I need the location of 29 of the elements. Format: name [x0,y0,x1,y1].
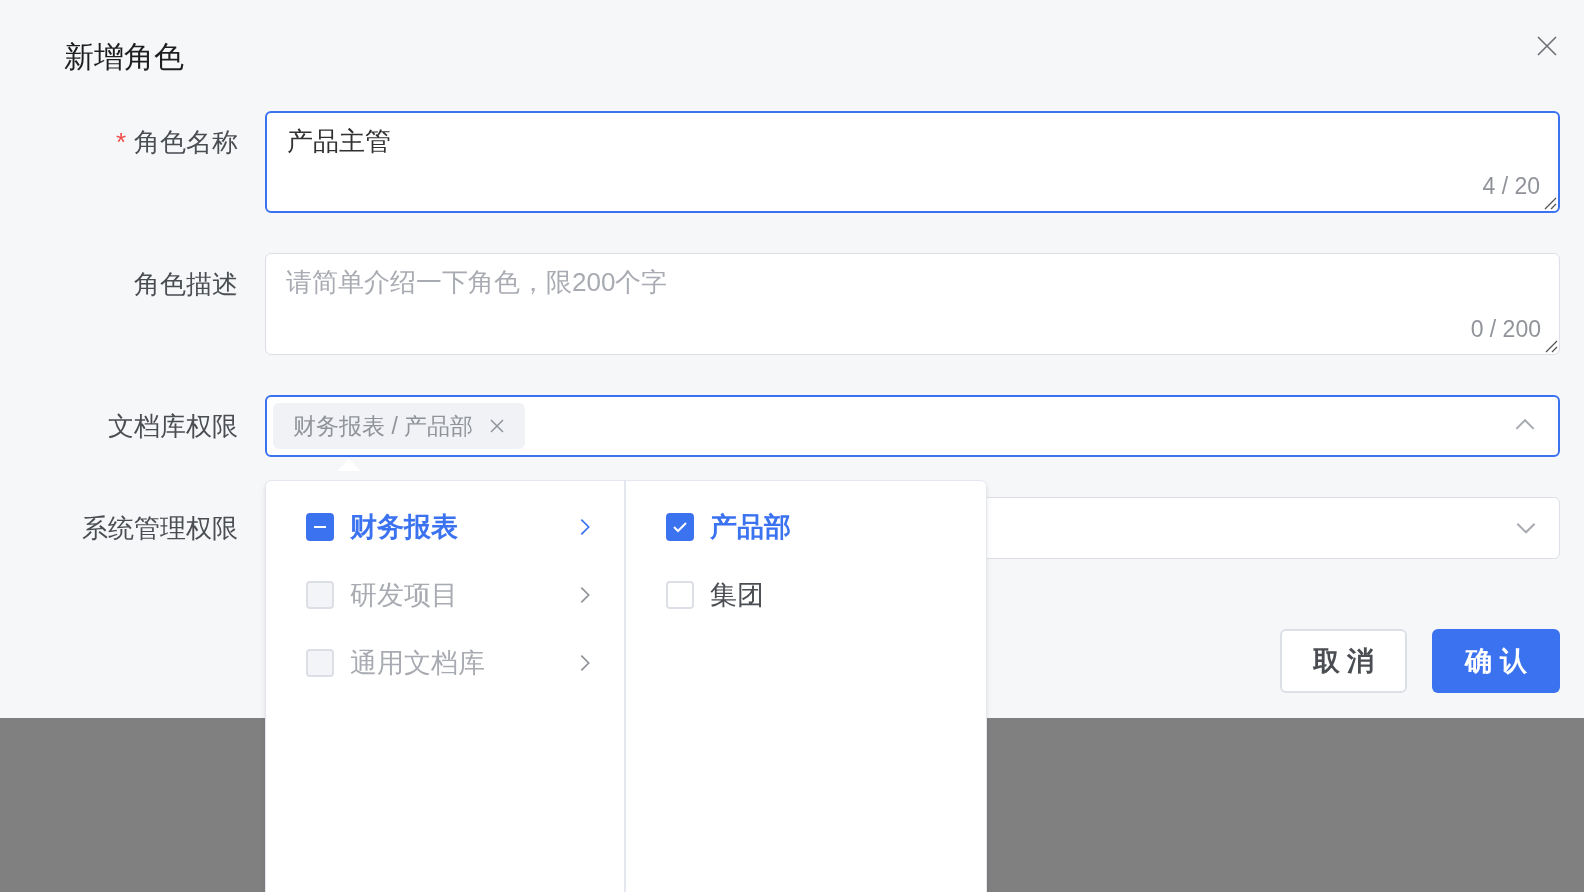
text-area[interactable]: 请简单介绍一下角色，限200个字 0 / 200 [265,253,1560,355]
close-icon[interactable] [1536,34,1558,57]
option-label: 集团 [710,578,765,612]
dialog-title: 新增角色 [64,39,184,75]
placeholder-text: 请简单介绍一下角色，限200个字 [286,267,668,297]
cascader-option[interactable]: 财务报表 [266,511,624,543]
text-value: 产品主管 [287,126,391,156]
option-label: 财务报表 [350,510,459,544]
confirm-button[interactable]: 确 认 [1432,629,1560,693]
cascader-option[interactable]: 集团 [626,579,986,611]
field-label: 角色描述 [134,268,238,301]
cascader-option[interactable]: 产品部 [626,511,986,543]
field-label: 文档库权限 [108,410,238,443]
field-label: 角色名称 [134,126,238,159]
resize-handle-icon[interactable] [1543,196,1557,210]
tag-label: 财务报表 / 产品部 [293,411,474,441]
indeterminate-checkbox[interactable] [306,513,334,541]
option-label: 产品部 [710,510,792,544]
close-icon[interactable] [489,418,506,434]
option-label: 通用文档库 [350,646,486,680]
option-label: 研发项目 [350,578,459,612]
character-counter: 4 / 20 [1482,171,1540,201]
field-label: 系统管理权限 [82,512,238,545]
resize-handle-icon[interactable] [1544,339,1558,353]
checkbox[interactable] [666,513,694,541]
required-mark: * [115,126,126,159]
character-counter: 0 / 200 [1470,314,1541,344]
text-area[interactable]: 产品主管 4 / 20 [265,111,1560,213]
cancel-button[interactable]: 取 消 [1280,629,1407,693]
